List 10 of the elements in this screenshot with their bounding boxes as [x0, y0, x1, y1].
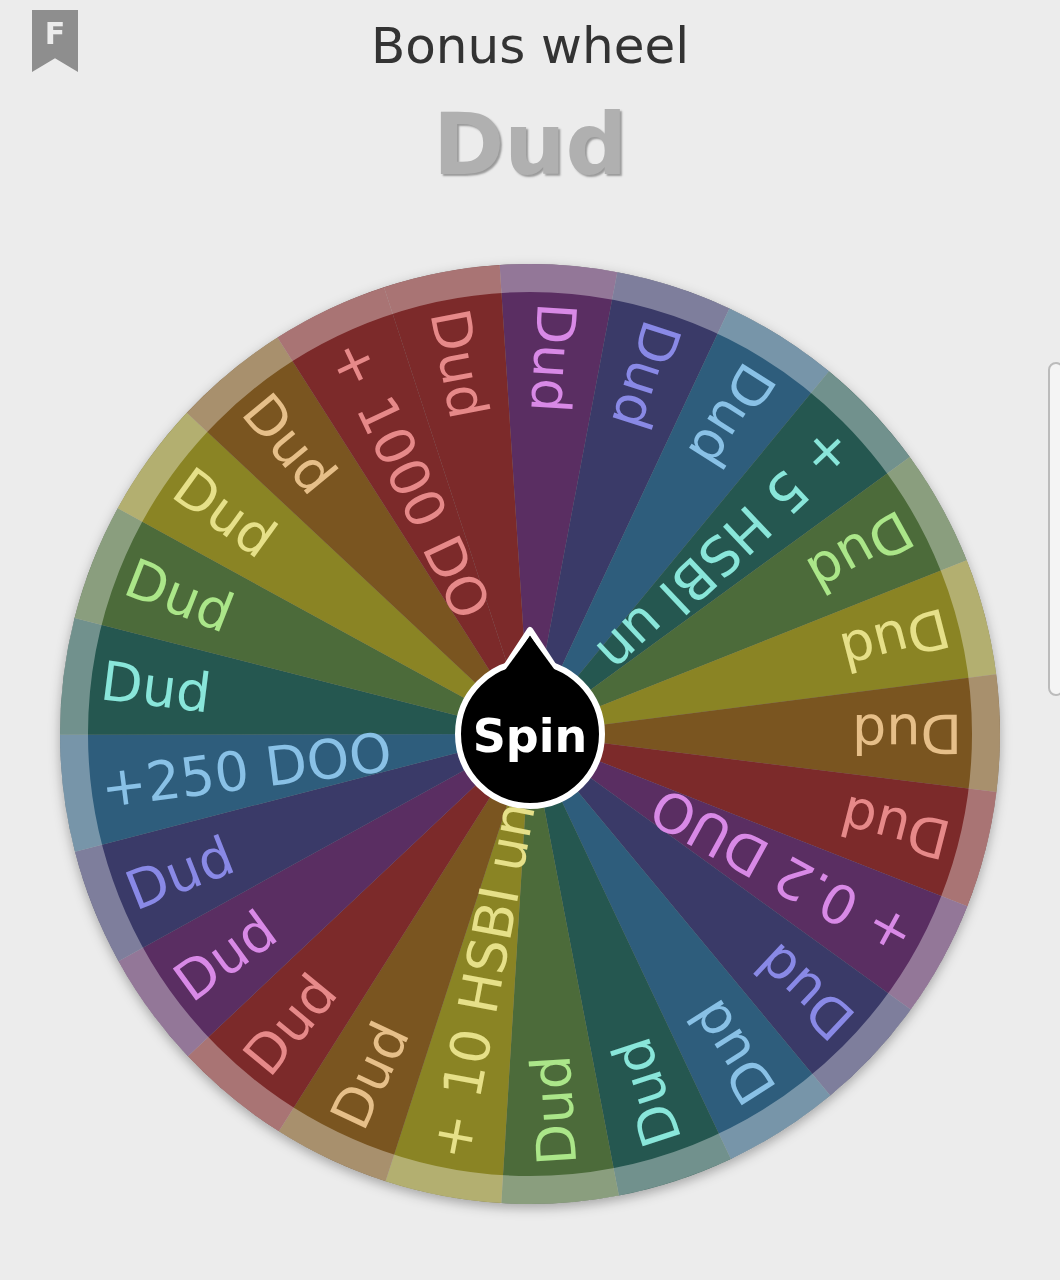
page-title: Bonus wheel [370, 17, 690, 75]
slice-label: Dud [598, 313, 693, 438]
slice-label: Dud [116, 823, 243, 923]
slice-label: Dud [519, 1053, 590, 1168]
result-text: Dud [432, 94, 628, 194]
slice-label: Dud [518, 300, 588, 415]
slice-label: Dud [833, 595, 957, 684]
slice-label: Dud [600, 1030, 695, 1155]
slice-label: Dud [851, 701, 963, 765]
scroll-handle[interactable] [1048, 362, 1060, 696]
